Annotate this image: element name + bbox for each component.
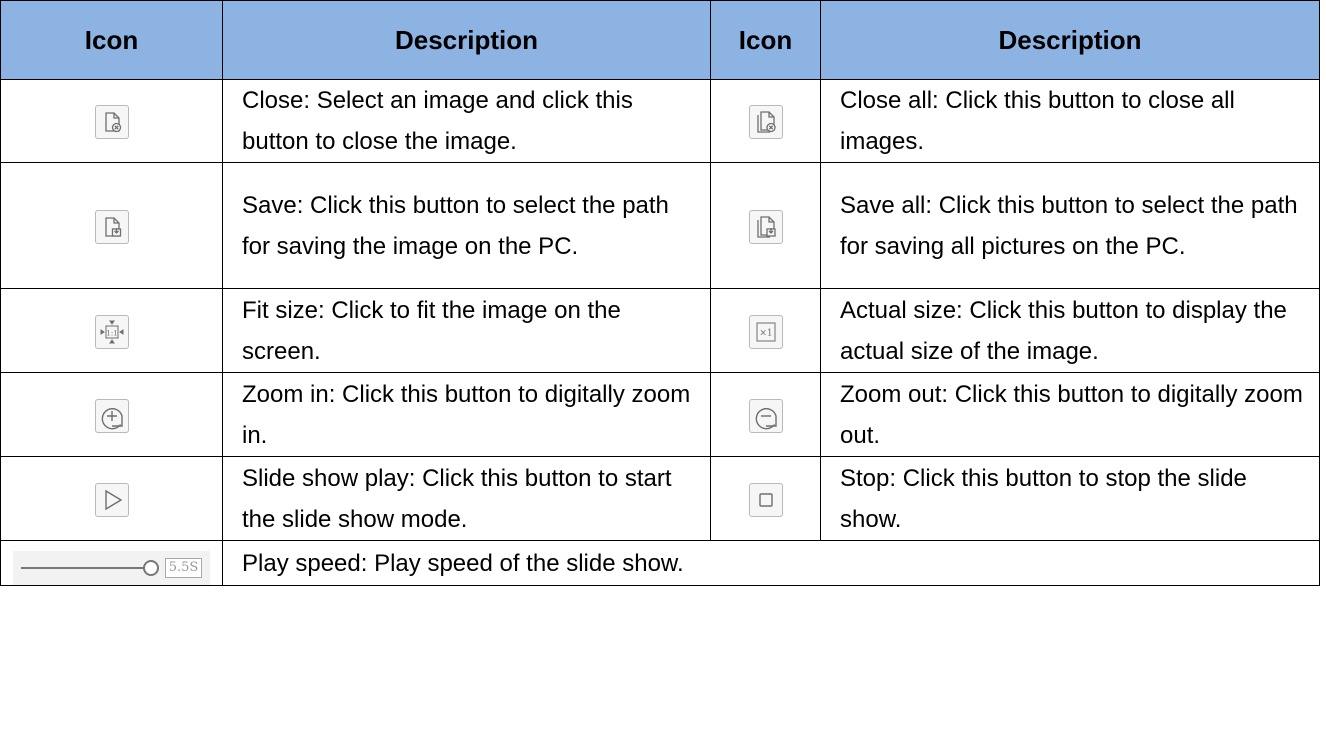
slider-track bbox=[20, 560, 159, 576]
description-cell: Slide show play: Click this button to st… bbox=[222, 456, 711, 541]
description-cell: Actual size: Click this button to displa… bbox=[820, 288, 1320, 373]
header-icon-col-2: Icon bbox=[710, 0, 821, 80]
icon-cell bbox=[0, 79, 223, 163]
zoom-out-icon bbox=[748, 398, 783, 433]
icon-cell bbox=[710, 456, 821, 541]
description-cell: Save: Click this button to select the pa… bbox=[222, 162, 711, 289]
description-cell: Zoom in: Click this button to digitally … bbox=[222, 372, 711, 457]
icon-cell bbox=[710, 79, 821, 163]
actual-size-icon: ×1 bbox=[748, 314, 783, 349]
icon-cell: 1:1 bbox=[0, 288, 223, 373]
icon-cell: 5.5S bbox=[0, 540, 223, 586]
header-icon-col-1: Icon bbox=[0, 0, 223, 80]
table-row: Zoom in: Click this button to digitally … bbox=[0, 372, 1320, 457]
description-cell: Save all: Click this button to select th… bbox=[820, 162, 1320, 289]
description-cell: Fit size: Click to fit the image on the … bbox=[222, 288, 711, 373]
stop-icon bbox=[748, 482, 783, 517]
icon-cell bbox=[0, 372, 223, 457]
play-icon bbox=[94, 482, 129, 517]
fit-size-icon: 1:1 bbox=[94, 314, 129, 349]
close-all-images-icon bbox=[748, 105, 783, 140]
table-row: Save: Click this button to select the pa… bbox=[0, 162, 1320, 289]
slider-knob bbox=[142, 560, 159, 576]
close-image-icon bbox=[94, 105, 129, 140]
description-cell: Stop: Click this button to stop the slid… bbox=[820, 456, 1320, 541]
icon-cell bbox=[0, 162, 223, 289]
description-cell: Close: Select an image and click this bu… bbox=[222, 79, 711, 163]
zoom-in-icon bbox=[94, 398, 129, 433]
speed-value: 5.5S bbox=[164, 558, 203, 578]
header-description-col-2: Description bbox=[820, 0, 1320, 80]
description-cell: Zoom out: Click this button to digitally… bbox=[820, 372, 1320, 457]
table-row: Slide show play: Click this button to st… bbox=[0, 456, 1320, 541]
fit-size-label: 1:1 bbox=[106, 329, 117, 337]
table-row: Close: Select an image and click this bu… bbox=[0, 79, 1320, 163]
icon-cell bbox=[710, 372, 821, 457]
save-all-images-icon bbox=[748, 209, 783, 244]
icon-cell bbox=[0, 456, 223, 541]
header-description-col-1: Description bbox=[222, 0, 711, 80]
table-row: 5.5S Play speed: Play speed of the slide… bbox=[0, 540, 1320, 586]
icon-cell bbox=[710, 162, 821, 289]
icon-cell: ×1 bbox=[710, 288, 821, 373]
table-header-row: Icon Description Icon Description bbox=[0, 0, 1320, 80]
description-cell: Play speed: Play speed of the slide show… bbox=[222, 540, 1320, 586]
table-row: 1:1 Fit size: Click to fit the image on … bbox=[0, 288, 1320, 373]
icon-description-table: Icon Description Icon Description Close:… bbox=[0, 0, 1320, 586]
play-speed-slider: 5.5S bbox=[12, 551, 211, 585]
description-cell: Close all: Click this button to close al… bbox=[820, 79, 1320, 163]
actual-size-label: ×1 bbox=[759, 328, 772, 338]
save-image-icon bbox=[94, 209, 129, 244]
